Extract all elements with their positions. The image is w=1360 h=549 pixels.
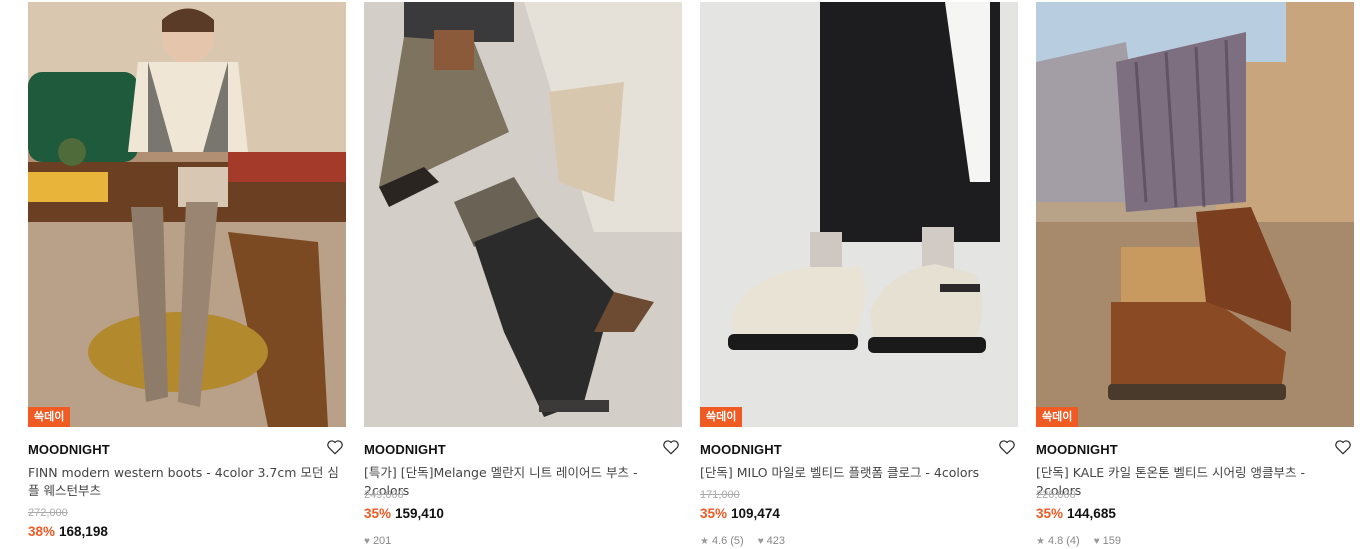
heart-filled-icon: ♥ — [364, 535, 370, 547]
star-icon: ★ — [700, 535, 709, 547]
promo-badge: 쓱데이 — [700, 407, 743, 427]
price-row: 35% 159,410 — [364, 506, 444, 521]
like-count: 159 — [1102, 535, 1122, 547]
review-count: (5) — [730, 535, 744, 547]
original-price: 171,000 — [700, 489, 740, 501]
heart-outline-icon[interactable] — [998, 438, 1016, 456]
star-icon: ★ — [1036, 535, 1045, 547]
rating: 4.8 — [1047, 535, 1064, 547]
review-count: (4) — [1066, 535, 1080, 547]
product-image[interactable]: 쓱데이 — [28, 2, 346, 427]
discount-rate: 35% — [1036, 506, 1064, 521]
original-price: 272,000 — [28, 507, 68, 519]
heart-outline-icon[interactable] — [1334, 438, 1352, 456]
original-price: 249,000 — [364, 489, 404, 501]
sale-price: 144,685 — [1067, 506, 1116, 521]
product-image[interactable] — [364, 2, 682, 427]
product-image[interactable]: 쓱데이 — [1036, 2, 1354, 427]
heart-filled-icon: ♥ — [757, 535, 764, 547]
heart-outline-icon[interactable] — [326, 438, 344, 456]
discount-rate: 35% — [364, 506, 392, 521]
like-count: 423 — [766, 535, 786, 547]
promo-badge: 쓱데이 — [28, 407, 71, 427]
like-count: 201 — [372, 535, 392, 547]
product-card[interactable]: MOODNIGHT [특가] [단독]Melange 멜란지 니트 레이어드 부… — [364, 0, 682, 549]
sale-price: 159,410 — [395, 506, 444, 521]
brand-name[interactable]: MOODNIGHT — [364, 442, 446, 457]
product-image[interactable]: 쓱데이 — [700, 2, 1018, 427]
sale-price: 109,474 — [731, 506, 780, 521]
product-card[interactable]: 쓱데이 MOODNIGHT [단독] KALE 카일 톤온톤 벨티드 시어링 앵… — [1036, 0, 1354, 549]
heart-filled-icon: ♥ — [1093, 535, 1100, 547]
product-stats: ★ 4.6 (5) ♥ 423 — [700, 535, 785, 547]
discount-rate: 38% — [28, 524, 56, 539]
product-name[interactable]: [특가] [단독]Melange 멜란지 니트 레이어드 부츠 - 2color… — [364, 464, 676, 500]
promo-badge: 쓱데이 — [1036, 407, 1079, 427]
product-name[interactable]: FINN modern western boots - 4color 3.7cm… — [28, 464, 340, 500]
rating: 4.6 — [711, 535, 728, 547]
product-name[interactable]: [단독] KALE 카일 톤온톤 벨티드 시어링 앵클부츠 - 2colors — [1036, 464, 1348, 500]
price-row: 38% 168,198 — [28, 524, 108, 539]
product-card[interactable]: 쓱데이 MOODNIGHT [단독] MILO 마일로 벨티드 플랫폼 클로그 … — [700, 0, 1018, 549]
brand-name[interactable]: MOODNIGHT — [700, 442, 782, 457]
discount-rate: 35% — [700, 506, 728, 521]
product-card[interactable]: 쓱데이 MOODNIGHT FINN modern western boots … — [28, 0, 346, 549]
product-stats: ♥ 201 — [364, 535, 391, 547]
sale-price: 168,198 — [59, 524, 108, 539]
product-stats: ★ 4.8 (4) ♥ 159 — [1036, 535, 1121, 547]
brand-name[interactable]: MOODNIGHT — [1036, 442, 1118, 457]
original-price: 226,000 — [1036, 489, 1076, 501]
heart-outline-icon[interactable] — [662, 438, 680, 456]
price-row: 35% 144,685 — [1036, 506, 1116, 521]
price-row: 35% 109,474 — [700, 506, 780, 521]
brand-name[interactable]: MOODNIGHT — [28, 442, 110, 457]
product-name[interactable]: [단독] MILO 마일로 벨티드 플랫폼 클로그 - 4colors — [700, 464, 1012, 482]
